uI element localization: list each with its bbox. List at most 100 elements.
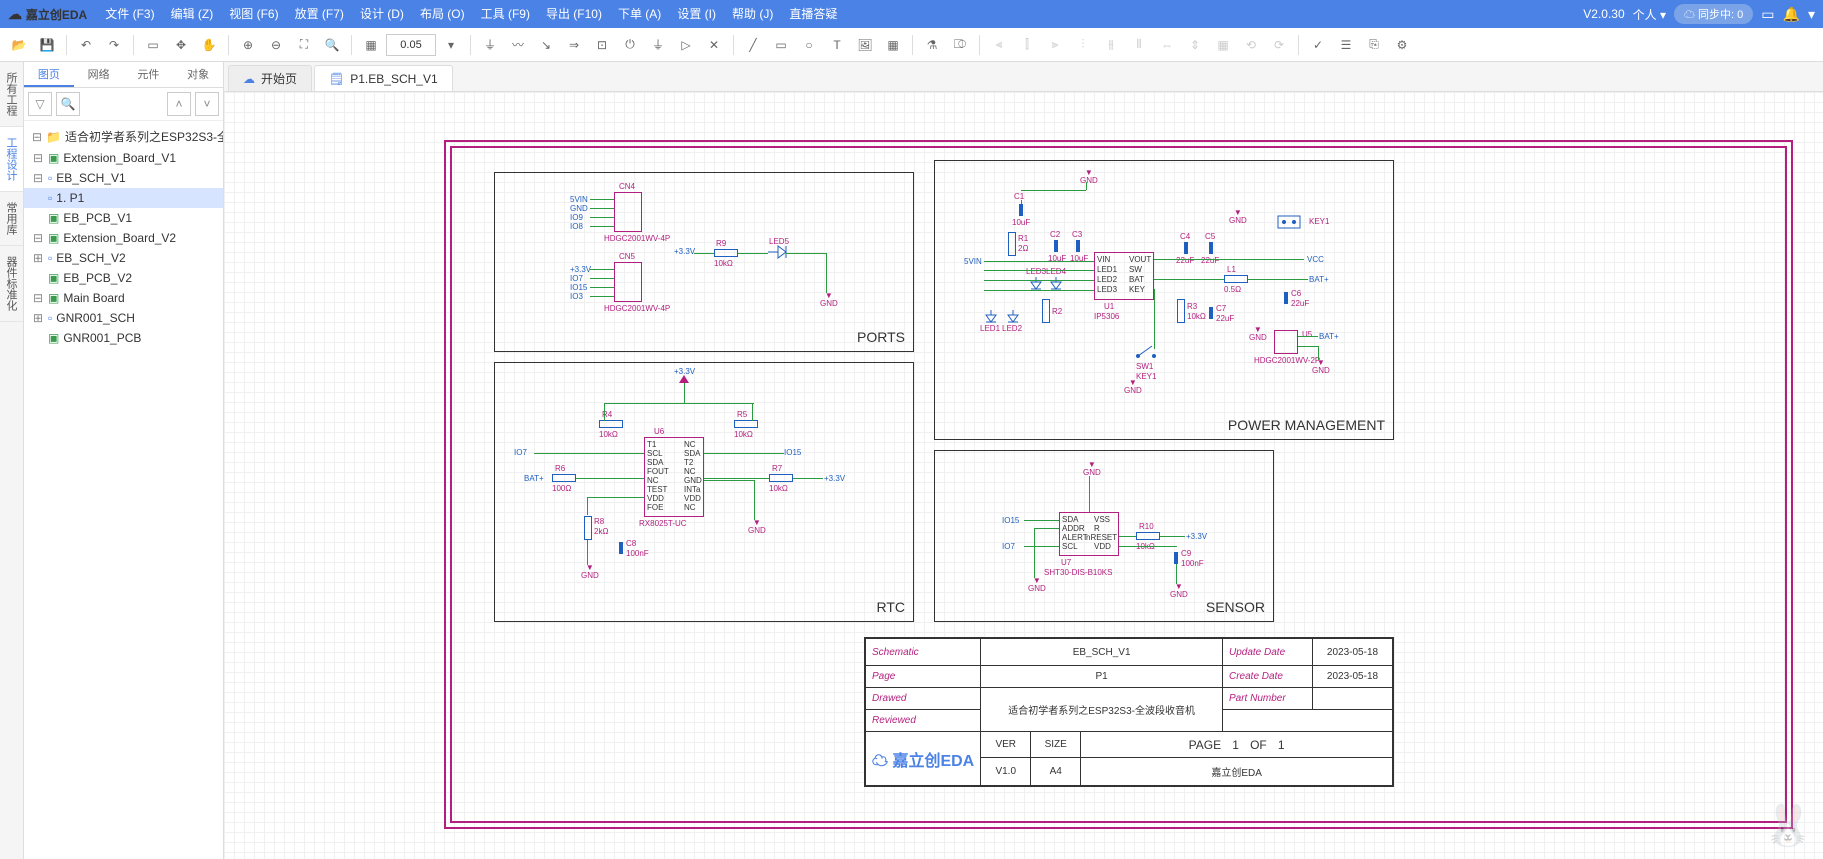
align-mid-icon[interactable]: ⫵ bbox=[1098, 32, 1124, 58]
bell-icon[interactable]: 🔔 bbox=[1783, 6, 1800, 23]
distrib-v-icon[interactable]: ⇕ bbox=[1182, 32, 1208, 58]
u5-connector[interactable] bbox=[1274, 330, 1298, 354]
align-right-icon[interactable]: ⫸ bbox=[1042, 32, 1068, 58]
r2[interactable] bbox=[1042, 299, 1050, 323]
bom-icon[interactable]: ☰ bbox=[1333, 32, 1359, 58]
rail-all-projects[interactable]: 所有工程 bbox=[0, 62, 23, 127]
tree-p1[interactable]: ▫1. P1 bbox=[24, 188, 223, 208]
l1[interactable] bbox=[1224, 275, 1248, 283]
r1[interactable] bbox=[1008, 232, 1016, 256]
c6[interactable] bbox=[1284, 292, 1288, 304]
menu-place[interactable]: 放置 (F7) bbox=[287, 0, 352, 28]
select-icon[interactable]: ▭ bbox=[140, 32, 166, 58]
zoom-dropdown-icon[interactable]: ▾ bbox=[438, 32, 464, 58]
c7[interactable] bbox=[1209, 307, 1213, 319]
open-icon[interactable]: 📂 bbox=[6, 32, 32, 58]
place-net-icon[interactable]: ↘ bbox=[533, 32, 559, 58]
redo-icon[interactable]: ↷ bbox=[101, 32, 127, 58]
rotate-l-icon[interactable]: ⟲ bbox=[1238, 32, 1264, 58]
tab-objects[interactable]: 对象 bbox=[173, 62, 223, 87]
menu-edit[interactable]: 编辑 (Z) bbox=[163, 0, 222, 28]
distrib-h-icon[interactable]: ⇔ bbox=[1154, 32, 1180, 58]
menu-file[interactable]: 文件 (F3) bbox=[97, 0, 162, 28]
place-line-icon[interactable]: ╱ bbox=[740, 32, 766, 58]
r9[interactable] bbox=[714, 249, 738, 257]
cn4-connector[interactable] bbox=[614, 192, 642, 232]
save-icon[interactable]: 💾 bbox=[34, 32, 60, 58]
c9[interactable] bbox=[1174, 552, 1178, 564]
flag-icon[interactable]: ▭ bbox=[1761, 6, 1774, 23]
netlist-icon[interactable]: ⎘ bbox=[1361, 32, 1387, 58]
align-bottom-icon[interactable]: ⫴ bbox=[1126, 32, 1152, 58]
menu-order[interactable]: 下单 (A) bbox=[610, 0, 669, 28]
collapse-down-button[interactable]: ˅ bbox=[195, 92, 219, 116]
place-port-icon[interactable]: ▷ bbox=[673, 32, 699, 58]
zoom-in-icon[interactable]: ⊕ bbox=[235, 32, 261, 58]
r4[interactable] bbox=[599, 420, 623, 428]
place-bus-icon[interactable]: ⇒ bbox=[561, 32, 587, 58]
led2-sym[interactable] bbox=[1006, 310, 1020, 324]
search-button[interactable]: 🔍 bbox=[56, 92, 80, 116]
cn5-connector[interactable] bbox=[614, 262, 642, 302]
menu-layout[interactable]: 布局 (O) bbox=[412, 0, 473, 28]
place-text-icon[interactable]: T bbox=[824, 32, 850, 58]
rail-device-std[interactable]: 器件标准化 bbox=[0, 246, 23, 322]
tab-p1-schematic[interactable]: 🗒P1.EB_SCH_V1 bbox=[314, 65, 453, 91]
rotate-r-icon[interactable]: ⟳ bbox=[1266, 32, 1292, 58]
place-wire-icon[interactable]: ⏚ bbox=[477, 32, 503, 58]
menu-tools[interactable]: 工具 (F9) bbox=[473, 0, 538, 28]
undo-icon[interactable]: ↶ bbox=[73, 32, 99, 58]
c5[interactable] bbox=[1209, 242, 1213, 254]
drc-icon[interactable]: ✓ bbox=[1305, 32, 1331, 58]
zoom-fit-icon[interactable]: ⛶ bbox=[291, 32, 317, 58]
tree-eb-pcb-v2[interactable]: ▣EB_PCB_V2 bbox=[24, 268, 223, 288]
place-circle-icon[interactable]: ○ bbox=[796, 32, 822, 58]
move-icon[interactable]: ✥ bbox=[168, 32, 194, 58]
config-icon[interactable]: ⚙ bbox=[1389, 32, 1415, 58]
r5[interactable] bbox=[734, 420, 758, 428]
dropdown-icon[interactable]: ▾ bbox=[1808, 6, 1815, 23]
r3[interactable] bbox=[1177, 299, 1185, 323]
c2[interactable] bbox=[1054, 240, 1058, 252]
place-power-icon[interactable]: ⏻ bbox=[617, 32, 643, 58]
led1-sym[interactable] bbox=[984, 310, 998, 324]
key1-switch[interactable] bbox=[1274, 212, 1304, 232]
place-gnd-icon[interactable]: ⏚ bbox=[645, 32, 671, 58]
align-center-icon[interactable]: ⫿ bbox=[1014, 32, 1040, 58]
c4[interactable] bbox=[1184, 242, 1188, 254]
tree-eb-sch-v2[interactable]: ⊞▫EB_SCH_V2 bbox=[24, 248, 223, 268]
tree-gnr-sch[interactable]: ⊞▫GNR001_SCH bbox=[24, 308, 223, 328]
align-top-icon[interactable]: ⫶ bbox=[1070, 32, 1096, 58]
tree-ext-board-v2[interactable]: ⊟▣Extension_Board_V2 bbox=[24, 228, 223, 248]
c1[interactable] bbox=[1019, 204, 1023, 216]
rail-common-lib[interactable]: 常用库 bbox=[0, 192, 23, 246]
rail-project-design[interactable]: 工程设计 bbox=[0, 127, 23, 192]
menu-export[interactable]: 导出 (F10) bbox=[538, 0, 610, 28]
led5-symbol[interactable] bbox=[768, 244, 788, 260]
filter-button[interactable]: ▽ bbox=[28, 92, 52, 116]
place-resistor-icon[interactable]: 〰 bbox=[505, 32, 531, 58]
r7[interactable] bbox=[769, 474, 793, 482]
place-rect-icon[interactable]: ▭ bbox=[768, 32, 794, 58]
place-image-icon[interactable]: 🖼 bbox=[852, 32, 878, 58]
tree-gnr-pcb[interactable]: ▣GNR001_PCB bbox=[24, 328, 223, 348]
schematic-canvas[interactable]: PORTS CN4 HDGC2001WV-4P 5VIN GND IO9 IO8… bbox=[224, 92, 1823, 859]
account-dropdown[interactable]: 个人 ▾ bbox=[1633, 6, 1666, 23]
filter-icon[interactable]: ⚗ bbox=[919, 32, 945, 58]
grid-icon[interactable]: ▦ bbox=[358, 32, 384, 58]
zoom-out-icon[interactable]: ⊖ bbox=[263, 32, 289, 58]
zoom-input[interactable] bbox=[386, 34, 436, 56]
c3[interactable] bbox=[1076, 240, 1080, 252]
menu-live[interactable]: 直播答疑 bbox=[781, 0, 845, 28]
collapse-up-button[interactable]: ˄ bbox=[167, 92, 191, 116]
tree-eb-pcb-v1[interactable]: ▣EB_PCB_V1 bbox=[24, 208, 223, 228]
zoom-region-icon[interactable]: 🔍 bbox=[319, 32, 345, 58]
sync-badge[interactable]: ☁ 同步中: 0 bbox=[1674, 4, 1753, 24]
r8[interactable] bbox=[584, 516, 592, 540]
tab-pages[interactable]: 图页 bbox=[24, 62, 74, 87]
place-junction-icon[interactable]: ⊡ bbox=[589, 32, 615, 58]
r10[interactable] bbox=[1136, 532, 1160, 540]
r6[interactable] bbox=[552, 474, 576, 482]
tab-start-page[interactable]: ☁开始页 bbox=[228, 65, 312, 91]
place-table-icon[interactable]: ▦ bbox=[880, 32, 906, 58]
